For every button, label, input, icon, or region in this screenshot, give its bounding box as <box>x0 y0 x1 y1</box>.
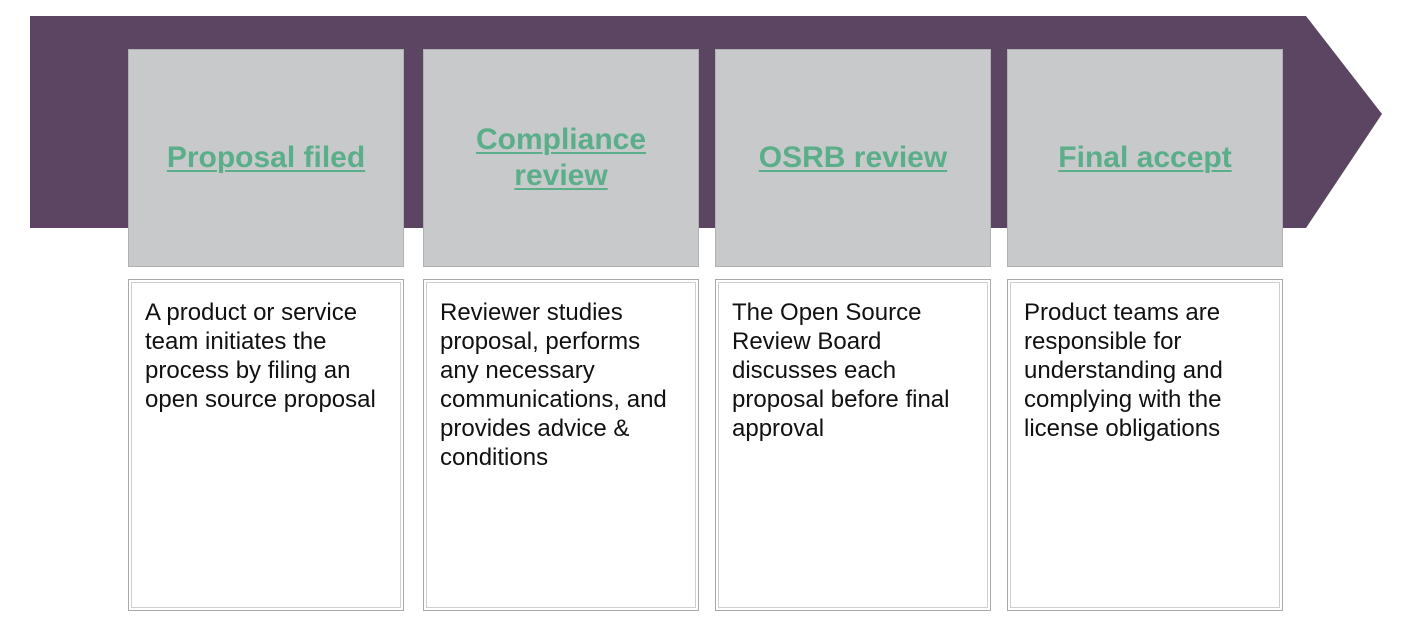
stage-osrb-review: OSRB review The Open Source Review Board… <box>715 49 995 612</box>
stage-title-link[interactable]: Compliance review <box>441 122 681 194</box>
stage-description: Reviewer studies proposal, performs any … <box>440 299 667 471</box>
stage-description-box: A product or service team initiates the … <box>128 279 404 611</box>
stage-header: Compliance review <box>423 49 699 267</box>
stage-description: Product teams are responsible for unders… <box>1024 299 1223 442</box>
stage-compliance-review: Compliance review Reviewer studies propo… <box>423 49 703 612</box>
stage-description: A product or service team initiates the … <box>145 299 376 413</box>
stage-proposal-filed: Proposal filed A product or service team… <box>128 49 408 612</box>
stage-header: Final accept <box>1007 49 1283 267</box>
stage-description-box: Product teams are responsible for unders… <box>1007 279 1283 611</box>
stage-title-link[interactable]: Final accept <box>1058 140 1231 176</box>
stage-final-accept: Final accept Product teams are responsib… <box>1007 49 1287 612</box>
stage-header: OSRB review <box>715 49 991 267</box>
stage-description: The Open Source Review Board discusses e… <box>732 299 950 442</box>
stage-title-link[interactable]: Proposal filed <box>167 140 365 176</box>
stage-title-link[interactable]: OSRB review <box>759 140 947 176</box>
stage-description-box: The Open Source Review Board discusses e… <box>715 279 991 611</box>
stage-description-box: Reviewer studies proposal, performs any … <box>423 279 699 611</box>
process-stages: Proposal filed A product or service team… <box>128 49 1288 614</box>
stage-header: Proposal filed <box>128 49 404 267</box>
